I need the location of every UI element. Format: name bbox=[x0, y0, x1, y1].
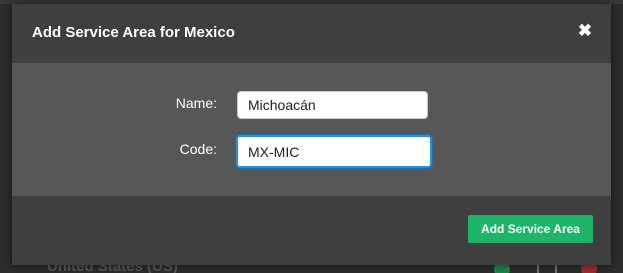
code-input[interactable] bbox=[236, 135, 432, 168]
code-label: Code: bbox=[179, 141, 217, 157]
add-service-area-button[interactable]: Add Service Area bbox=[468, 215, 593, 243]
close-icon[interactable]: ✖ bbox=[577, 22, 593, 40]
add-service-area-modal: Add Service Area for Mexico ✖ Name: Code… bbox=[12, 4, 611, 265]
modal-footer: Add Service Area bbox=[12, 196, 611, 265]
name-input[interactable] bbox=[237, 91, 428, 119]
modal-title: Add Service Area for Mexico bbox=[32, 24, 235, 41]
modal-body: Name: Code: bbox=[12, 63, 611, 196]
name-label: Name: bbox=[175, 95, 217, 111]
modal-header: Add Service Area for Mexico ✖ bbox=[12, 4, 611, 63]
